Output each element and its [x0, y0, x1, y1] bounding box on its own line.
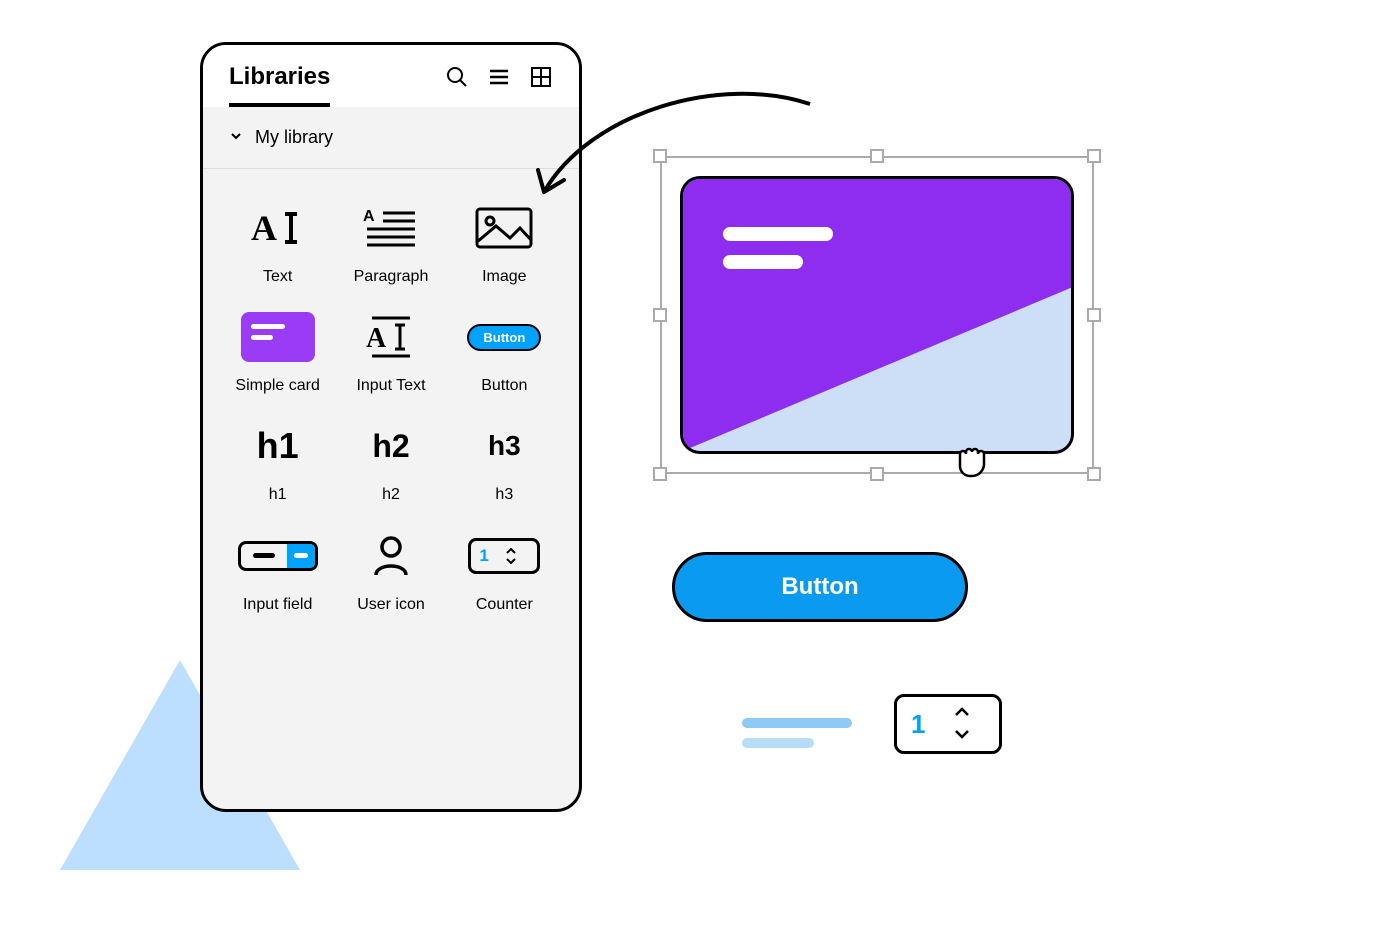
simple-card-icon: [241, 308, 315, 366]
h2-icon: h2: [372, 428, 409, 465]
library-item-paragraph[interactable]: A Paragraph: [334, 193, 447, 292]
library-item-h2[interactable]: h2 h2: [334, 411, 447, 510]
svg-text:A: A: [363, 208, 375, 225]
library-item-input-text[interactable]: A Input Text: [334, 302, 447, 401]
svg-text:A: A: [251, 208, 277, 248]
my-library-section[interactable]: My library: [203, 107, 579, 169]
counter-value: 1: [911, 709, 925, 740]
resize-handle[interactable]: [653, 467, 667, 481]
image-icon: [474, 199, 534, 257]
library-item-h3[interactable]: h3 h3: [448, 411, 561, 510]
resize-handle[interactable]: [1087, 467, 1101, 481]
libraries-panel: Libraries My library A Text: [200, 42, 582, 812]
resize-handle[interactable]: [1087, 308, 1101, 322]
resize-handle[interactable]: [653, 149, 667, 163]
resize-handle[interactable]: [1087, 149, 1101, 163]
svg-text:A: A: [366, 323, 387, 354]
text-icon: A: [251, 199, 305, 257]
search-icon[interactable]: [445, 65, 469, 94]
chevron-down-icon: [229, 127, 243, 148]
simple-card-instance[interactable]: [680, 176, 1074, 454]
list-view-icon[interactable]: [487, 65, 511, 94]
library-item-button[interactable]: Button Button: [448, 302, 561, 401]
grab-cursor-icon: [950, 438, 994, 487]
panel-header: Libraries: [203, 45, 579, 107]
input-text-icon: A: [364, 308, 418, 366]
library-item-user-icon[interactable]: User icon: [334, 521, 447, 620]
grid-view-icon[interactable]: [529, 65, 553, 94]
canvas-counter-instance[interactable]: 1: [894, 694, 1002, 754]
counter-up-icon[interactable]: [953, 704, 971, 722]
input-field-icon: [238, 527, 318, 585]
resize-handle[interactable]: [653, 308, 667, 322]
user-icon: [372, 527, 410, 585]
canvas-button-instance[interactable]: Button: [672, 552, 968, 622]
canvas-input-field-instance[interactable]: [742, 718, 852, 748]
library-item-simple-card[interactable]: Simple card: [221, 302, 334, 401]
button-label: Button: [781, 573, 858, 601]
resize-handle[interactable]: [870, 149, 884, 163]
library-item-image[interactable]: Image: [448, 193, 561, 292]
library-item-text[interactable]: A Text: [221, 193, 334, 292]
button-icon: Button: [467, 324, 541, 351]
resize-handle[interactable]: [870, 467, 884, 481]
section-label: My library: [255, 127, 333, 148]
library-item-input-field[interactable]: Input field: [221, 521, 334, 620]
counter-icon: 1: [468, 527, 540, 585]
counter-down-icon[interactable]: [953, 726, 971, 744]
h1-icon: h1: [257, 425, 299, 467]
library-grid: A Text A Paragraph Image Simple card A: [203, 169, 579, 638]
library-item-counter[interactable]: 1 Counter: [448, 521, 561, 620]
paragraph-icon: A: [363, 199, 419, 257]
h3-icon: h3: [488, 430, 521, 462]
canvas-simple-card-selected[interactable]: [660, 156, 1094, 474]
panel-title[interactable]: Libraries: [229, 63, 330, 107]
library-item-h1[interactable]: h1 h1: [221, 411, 334, 510]
